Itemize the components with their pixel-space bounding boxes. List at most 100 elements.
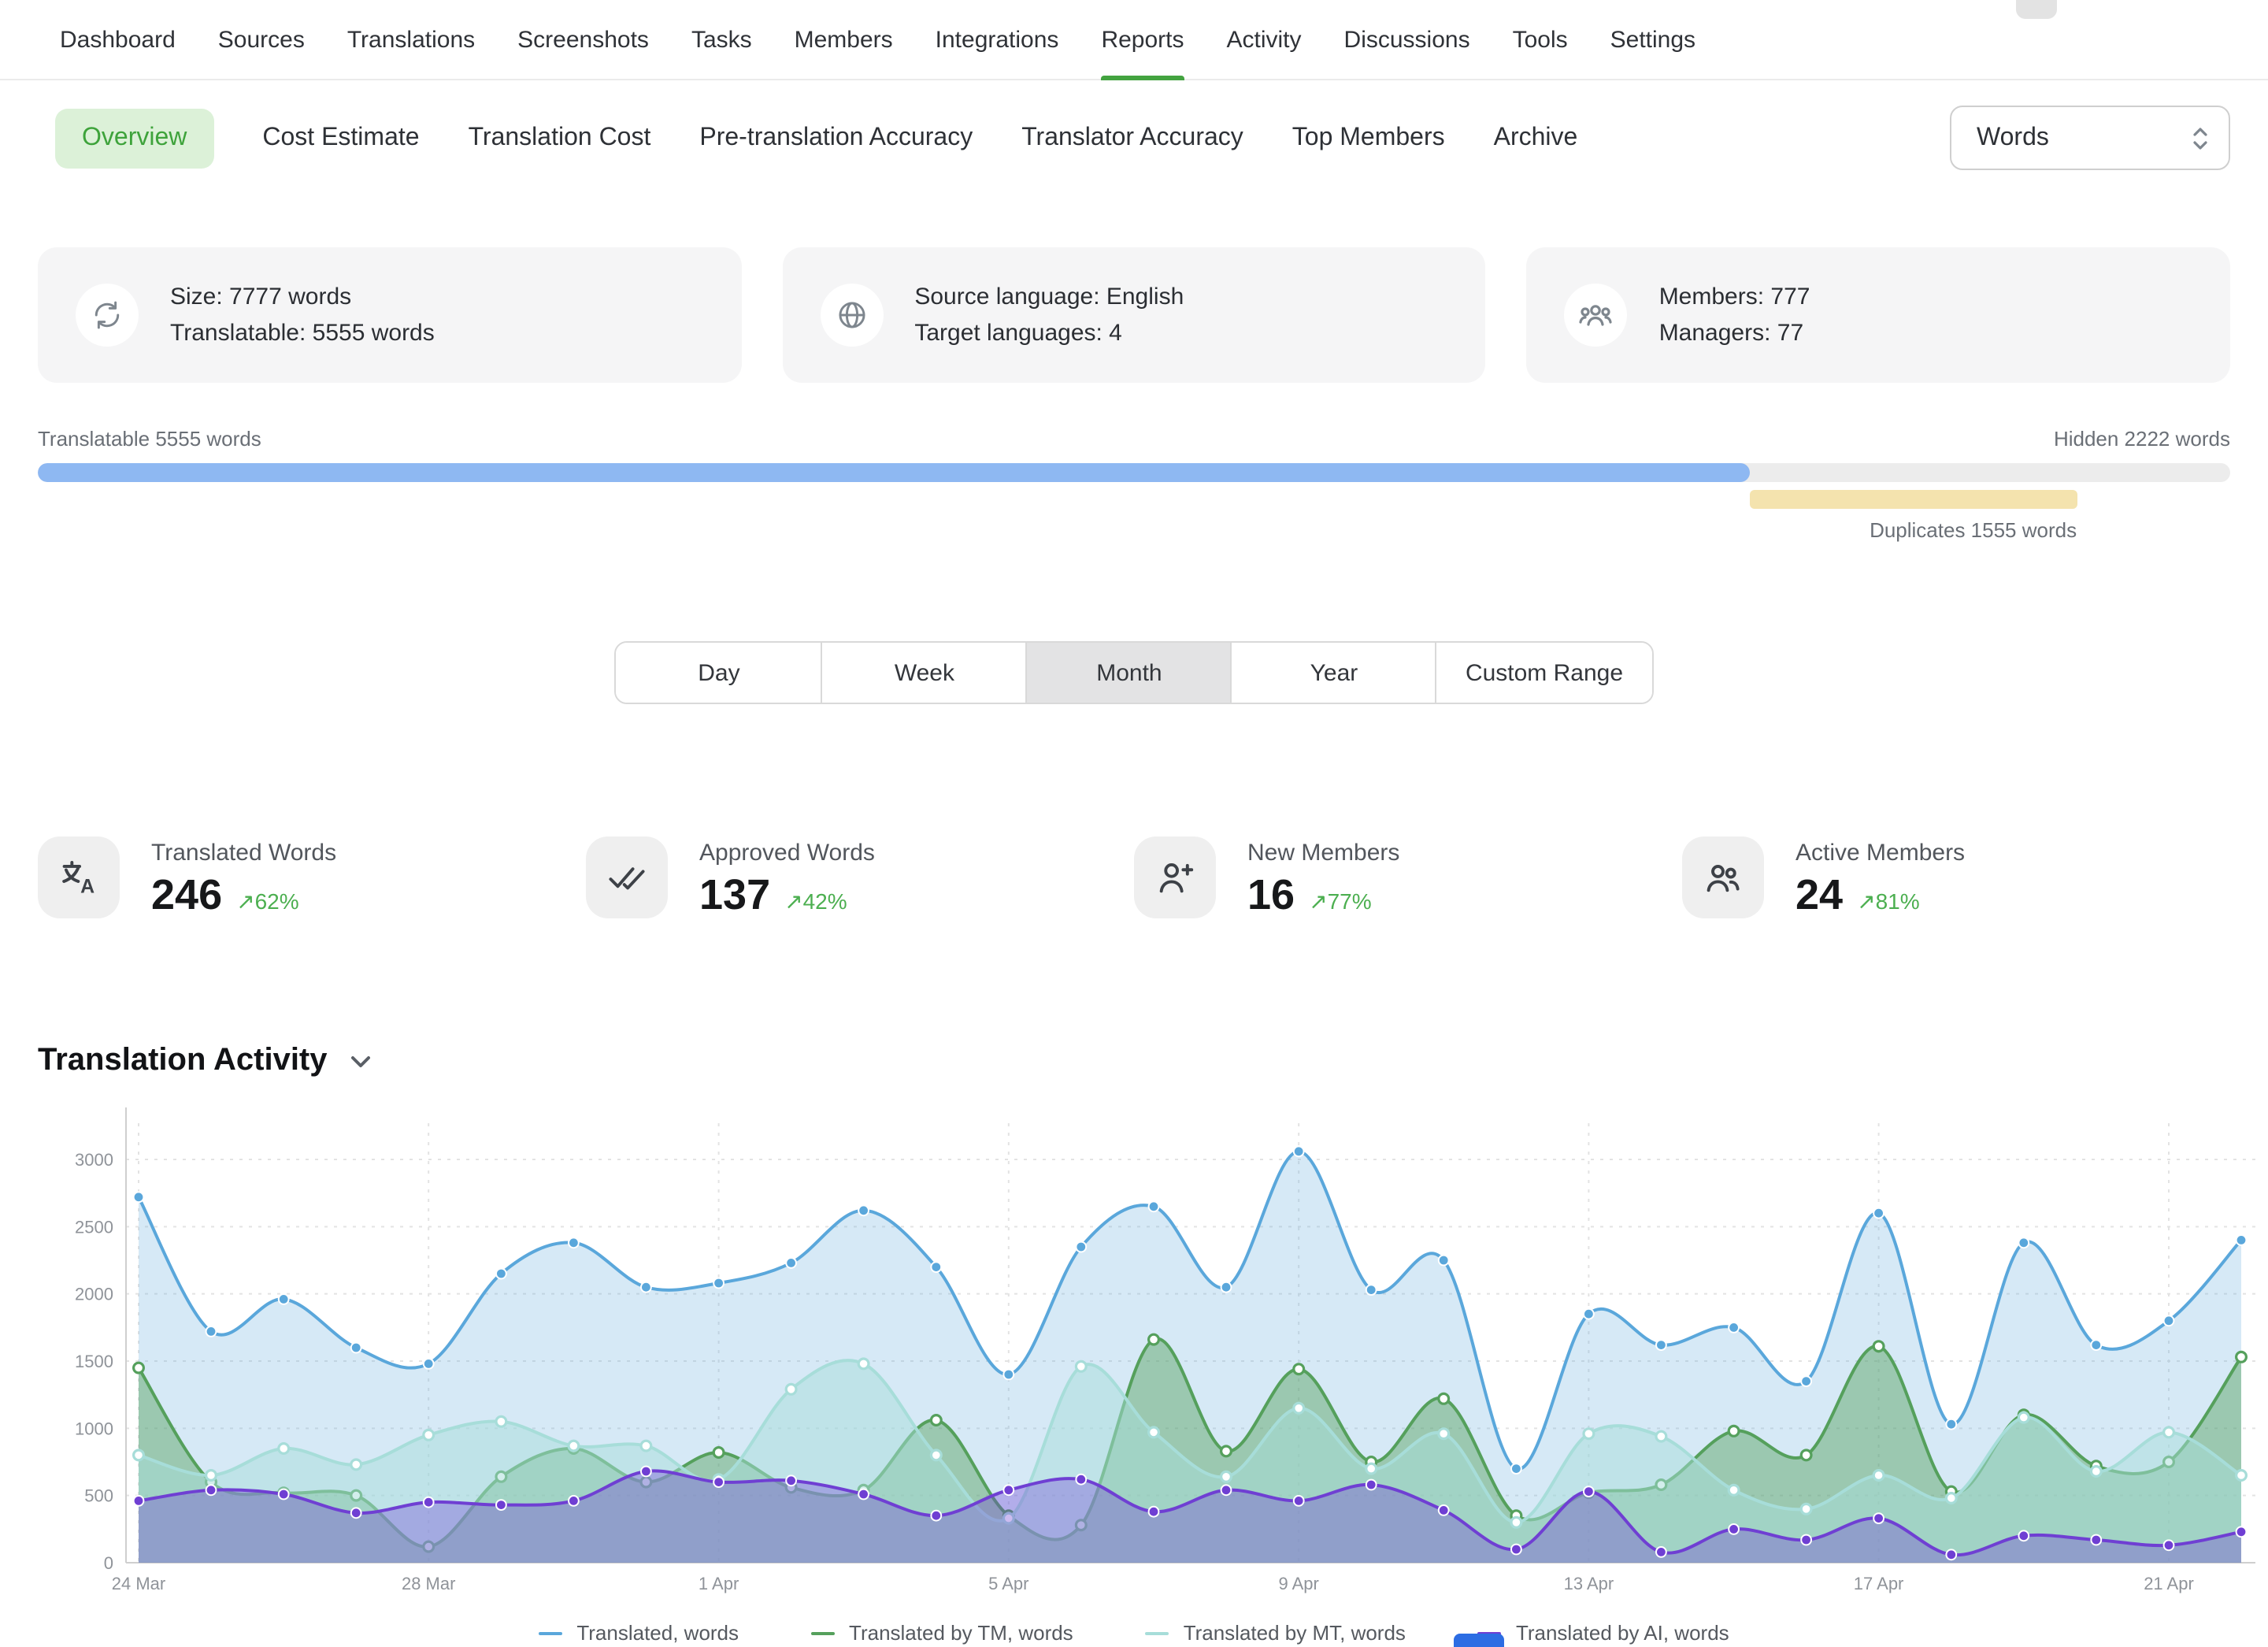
chart-point[interactable]	[1149, 1507, 1159, 1517]
chart-point[interactable]	[2236, 1471, 2247, 1481]
chart-point[interactable]	[1873, 1341, 1884, 1352]
chart-point[interactable]	[351, 1508, 361, 1518]
chart-point[interactable]	[2236, 1235, 2247, 1245]
chart-point[interactable]	[424, 1359, 434, 1369]
chart-point[interactable]	[496, 1269, 506, 1279]
chart-point[interactable]	[1873, 1471, 1884, 1481]
chart-point[interactable]	[1439, 1505, 1449, 1515]
chart-point[interactable]	[1584, 1309, 1594, 1319]
nav-item-integrations[interactable]: Integrations	[936, 0, 1059, 79]
chart-point[interactable]	[1294, 1146, 1304, 1156]
subnav-item-translation-cost[interactable]: Translation Cost	[469, 124, 651, 152]
chart-point[interactable]	[931, 1450, 941, 1460]
subnav-item-translator-accuracy[interactable]: Translator Accuracy	[1021, 124, 1243, 152]
chart-point[interactable]	[2091, 1467, 2101, 1477]
chart-point[interactable]	[134, 1192, 144, 1202]
chevron-down-icon[interactable]	[350, 1053, 372, 1069]
chart-point[interactable]	[1656, 1547, 1666, 1557]
nav-item-translations[interactable]: Translations	[347, 0, 475, 79]
chart-point[interactable]	[1439, 1393, 1449, 1404]
chart-point[interactable]	[1294, 1496, 1304, 1506]
chart-point[interactable]	[1656, 1340, 1666, 1350]
chart-point[interactable]	[786, 1384, 796, 1394]
chart-point[interactable]	[713, 1477, 724, 1487]
chart-point[interactable]	[1221, 1446, 1232, 1456]
chart-point[interactable]	[1439, 1429, 1449, 1439]
chart-point[interactable]	[786, 1258, 796, 1268]
chart-point[interactable]	[931, 1415, 941, 1426]
chart-point[interactable]	[713, 1278, 724, 1289]
legend-item-translated-tm[interactable]: Translated by TM, words	[811, 1621, 1073, 1645]
chart-point[interactable]	[1366, 1285, 1377, 1295]
chart-point[interactable]	[931, 1511, 941, 1521]
chart-point[interactable]	[1221, 1471, 1232, 1482]
chart-point[interactable]	[569, 1496, 579, 1506]
chart-point[interactable]	[1946, 1419, 1956, 1430]
chart-point[interactable]	[1729, 1322, 1739, 1333]
chart-point[interactable]	[1511, 1545, 1521, 1555]
chart-point[interactable]	[206, 1326, 217, 1337]
nav-item-tools[interactable]: Tools	[1513, 0, 1568, 79]
chart-point[interactable]	[1076, 1361, 1086, 1371]
chart-point[interactable]	[351, 1343, 361, 1353]
subnav-item-top-members[interactable]: Top Members	[1292, 124, 1445, 152]
chart-point[interactable]	[2018, 1530, 2029, 1541]
chart-point[interactable]	[2236, 1352, 2247, 1362]
chart-point[interactable]	[1584, 1429, 1594, 1439]
nav-item-members[interactable]: Members	[795, 0, 893, 79]
chart-point[interactable]	[1801, 1535, 1811, 1545]
chart-point[interactable]	[279, 1489, 289, 1500]
chart-point[interactable]	[641, 1467, 651, 1477]
chart-point[interactable]	[1003, 1370, 1014, 1380]
chart-point[interactable]	[2018, 1237, 2029, 1248]
chart-point[interactable]	[1221, 1282, 1232, 1293]
chart-point[interactable]	[786, 1475, 796, 1486]
duplicates-bar[interactable]	[1750, 490, 2077, 509]
chart-point[interactable]	[134, 1363, 144, 1373]
chart-point[interactable]	[2164, 1540, 2174, 1550]
chart-point[interactable]	[1221, 1485, 1232, 1495]
chart-point[interactable]	[858, 1205, 869, 1215]
chart-point[interactable]	[1801, 1376, 1811, 1386]
chart-point[interactable]	[1366, 1463, 1377, 1474]
subnav-item-archive[interactable]: Archive	[1494, 124, 1578, 152]
chart-point[interactable]	[134, 1450, 144, 1460]
range-tab-week[interactable]: Week	[821, 643, 1026, 703]
legend-item-translated-ai[interactable]: Translated by AI, words	[1478, 1621, 1729, 1645]
chart-point[interactable]	[1656, 1431, 1666, 1441]
chart-point[interactable]	[1946, 1493, 1956, 1504]
chart-point[interactable]	[2091, 1340, 2101, 1350]
nav-item-screenshots[interactable]: Screenshots	[517, 0, 649, 79]
chart-point[interactable]	[2164, 1427, 2174, 1437]
subnav-item-cost-estimate[interactable]: Cost Estimate	[262, 124, 419, 152]
chart-point[interactable]	[496, 1416, 506, 1426]
chart-point[interactable]	[496, 1500, 506, 1510]
range-tab-year[interactable]: Year	[1231, 643, 1436, 703]
chart-point[interactable]	[858, 1359, 869, 1369]
unit-select[interactable]: Words	[1950, 106, 2230, 170]
chart-point[interactable]	[1149, 1427, 1159, 1437]
chart-point[interactable]	[1511, 1463, 1521, 1474]
cutoff-top-element[interactable]	[2016, 0, 2057, 19]
chart-point[interactable]	[279, 1444, 289, 1454]
chart-point[interactable]	[1076, 1475, 1086, 1485]
chart-point[interactable]	[1946, 1549, 1956, 1560]
range-tab-month[interactable]: Month	[1026, 643, 1231, 703]
chart-point[interactable]	[2018, 1412, 2029, 1423]
chart-point[interactable]	[1003, 1485, 1014, 1495]
chart-point[interactable]	[1439, 1256, 1449, 1266]
nav-item-sources[interactable]: Sources	[218, 0, 305, 79]
chart-point[interactable]	[1801, 1504, 1811, 1514]
chart-point[interactable]	[1729, 1485, 1739, 1495]
chart-point[interactable]	[2091, 1535, 2101, 1545]
chart-point[interactable]	[713, 1448, 724, 1458]
chart-point[interactable]	[1511, 1517, 1521, 1527]
chart-point[interactable]	[1294, 1403, 1304, 1413]
chart-point[interactable]	[2164, 1315, 2174, 1326]
chart-point[interactable]	[1366, 1480, 1377, 1490]
chart-point[interactable]	[1294, 1364, 1304, 1374]
chart-point[interactable]	[1584, 1486, 1594, 1497]
chart-point[interactable]	[641, 1441, 651, 1451]
chart-point[interactable]	[1873, 1208, 1884, 1219]
chart-point[interactable]	[1076, 1242, 1086, 1252]
